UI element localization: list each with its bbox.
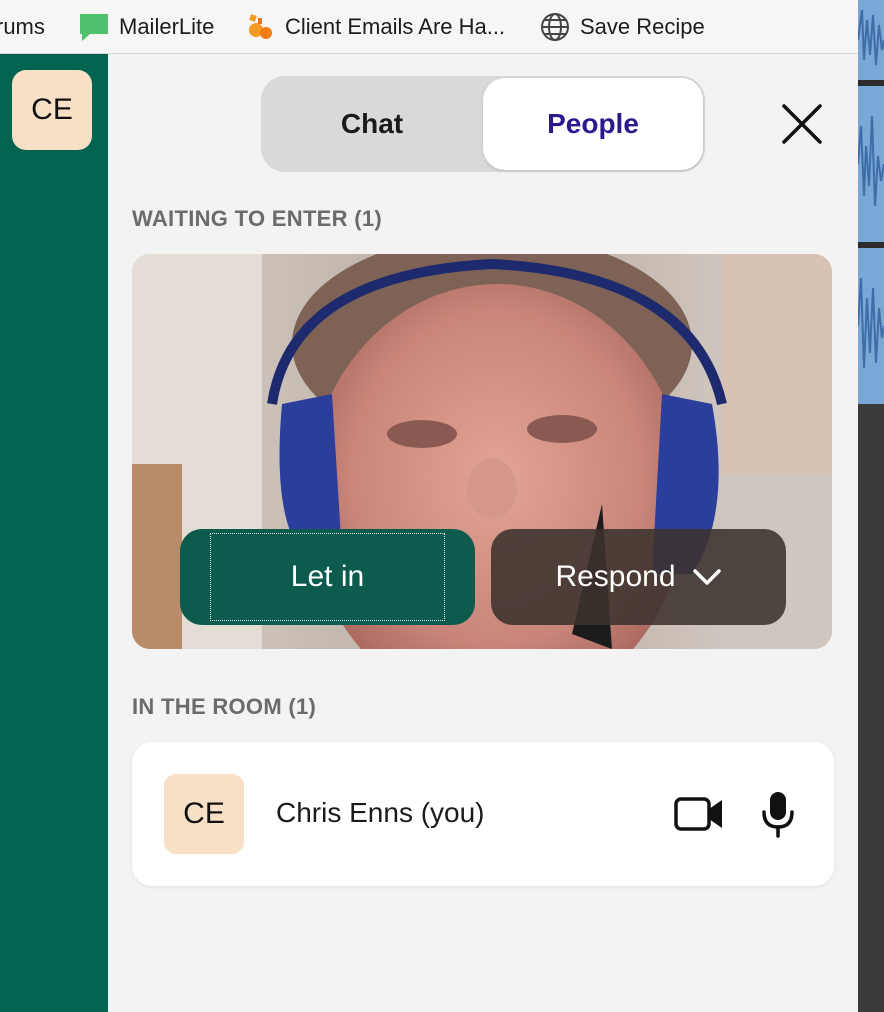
background-waveform-strip xyxy=(858,0,884,1012)
tab-chat[interactable]: Chat xyxy=(261,76,483,172)
microphone-toggle[interactable] xyxy=(760,790,796,838)
bookmark-label: Client Emails Are Ha... xyxy=(285,13,506,39)
bookmark-save-recipe[interactable]: Save Recipe xyxy=(539,0,705,53)
waveform-track xyxy=(858,86,884,242)
avatar: CE xyxy=(164,774,244,854)
bookmark-label: Save Recipe xyxy=(580,13,705,39)
bookmark-label: MailerLite xyxy=(119,13,215,39)
chat-people-tabs: Chat People xyxy=(261,76,705,172)
waveform-track xyxy=(858,0,884,80)
in-the-room-heading: IN THE ROOM (1) xyxy=(132,694,317,719)
bookmark-forums[interactable]: rums xyxy=(0,0,45,53)
bookmarks-bar: rums MailerLite Client Emails Are Ha... xyxy=(0,0,858,54)
respond-label: Respond xyxy=(555,560,676,593)
bookmark-label: rums xyxy=(0,13,45,39)
waiting-heading: WAITING TO ENTER (1) xyxy=(132,206,383,231)
bookmark-client-emails[interactable]: Client Emails Are Ha... xyxy=(244,0,506,53)
mailerlite-chat-icon xyxy=(78,12,110,42)
waiting-video-preview: Let in Respond xyxy=(132,254,832,649)
camera-toggle[interactable] xyxy=(674,794,724,834)
respond-dropdown-button[interactable]: Respond xyxy=(491,529,786,625)
let-in-label: Let in xyxy=(290,560,365,593)
close-button[interactable] xyxy=(778,100,826,148)
waveform-empty-area xyxy=(858,404,884,1012)
chevron-down-icon xyxy=(692,569,721,585)
left-rail: CE xyxy=(0,54,108,1012)
tab-people[interactable]: People xyxy=(483,78,703,170)
bookmark-mailerlite[interactable]: MailerLite xyxy=(78,0,215,53)
people-panel: Chat People WAITING TO ENTER (1) Let in … xyxy=(108,54,858,1012)
bookmark-favicon-icon xyxy=(244,12,276,42)
participant-row: CE Chris Enns (you) xyxy=(132,742,834,886)
video-camera-icon xyxy=(674,797,722,831)
close-icon xyxy=(782,104,822,144)
participant-name: Chris Enns (you) xyxy=(276,797,485,828)
avatar[interactable]: CE xyxy=(12,70,92,150)
globe-icon xyxy=(539,11,571,43)
microphone-icon xyxy=(762,792,794,838)
waveform-track xyxy=(858,248,884,404)
let-in-button[interactable]: Let in xyxy=(180,529,475,625)
